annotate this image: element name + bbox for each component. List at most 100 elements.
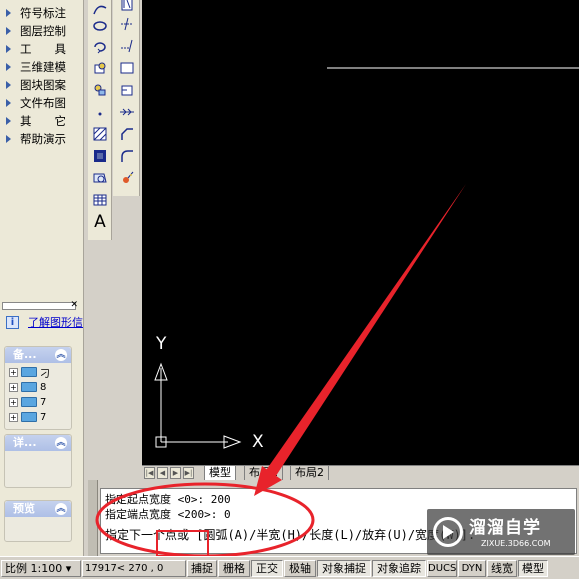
menu-item-layer-control[interactable]: 图层控制 bbox=[0, 22, 84, 40]
otrack-toggle[interactable]: 对象追踪 bbox=[372, 560, 426, 577]
gradient-icon[interactable] bbox=[90, 146, 110, 166]
help-link[interactable]: 了解图形信 bbox=[28, 314, 84, 330]
layout-tab-bar: |◀ ◀ ▶ ▶| 模型 布局1 布局2 bbox=[142, 465, 579, 481]
tree-row[interactable]: +7 bbox=[9, 395, 46, 409]
polar-toggle[interactable]: 极轴 bbox=[284, 560, 316, 577]
tree-row[interactable]: +7 bbox=[9, 410, 46, 424]
expand-arrow-icon bbox=[6, 135, 11, 143]
folder-icon bbox=[21, 412, 37, 422]
tree-label: 7 bbox=[40, 411, 47, 423]
move-icon[interactable] bbox=[117, 102, 137, 122]
text-icon[interactable]: A bbox=[90, 212, 110, 232]
region-icon[interactable] bbox=[90, 168, 110, 188]
watermark-title: 溜溜自学 bbox=[469, 518, 541, 538]
trim-icon[interactable] bbox=[117, 14, 137, 34]
preview-panel: 预览 ︽ bbox=[4, 500, 72, 542]
prev-tab-icon[interactable]: ◀ bbox=[157, 467, 168, 479]
expand-arrow-icon bbox=[6, 27, 11, 35]
menu-item-label: 文件布图 bbox=[20, 96, 66, 110]
osnap-toggle[interactable]: 对象捕捉 bbox=[317, 560, 371, 577]
expand-plus-icon[interactable]: + bbox=[9, 382, 18, 392]
menu-item-label: 图层控制 bbox=[20, 24, 66, 38]
left-menu-panel: 符号标注 图层控制 工 具 三维建模 图块图案 文件布图 其 它 帮助演示 ✕ … bbox=[0, 0, 84, 556]
make-block-icon[interactable] bbox=[90, 80, 110, 100]
menu-item-label: 其 它 bbox=[20, 114, 66, 128]
ellipse-icon[interactable] bbox=[90, 16, 110, 36]
expand-arrow-icon bbox=[6, 99, 11, 107]
ducs-toggle[interactable]: DUCS bbox=[427, 560, 457, 577]
chamfer-icon[interactable] bbox=[117, 124, 137, 144]
menu-item-file-layout[interactable]: 文件布图 bbox=[0, 94, 84, 112]
stretch-icon[interactable] bbox=[117, 0, 137, 14]
menu-item-help-demo[interactable]: 帮助演示 bbox=[0, 130, 84, 148]
next-tab-icon[interactable]: ▶ bbox=[170, 467, 181, 479]
collapse-chevron-icon[interactable]: ︽ bbox=[55, 437, 67, 449]
expand-plus-icon[interactable]: + bbox=[9, 397, 18, 407]
join-icon[interactable] bbox=[117, 80, 137, 100]
break-icon[interactable] bbox=[117, 58, 137, 78]
expand-arrow-icon bbox=[6, 117, 11, 125]
help-box: ✕ i 了解图形信 bbox=[2, 300, 83, 338]
panel-title: 备... bbox=[13, 348, 37, 361]
folder-icon bbox=[21, 397, 37, 407]
menu-item-label: 图块图案 bbox=[20, 78, 66, 92]
menu-item-label: 三维建模 bbox=[20, 60, 66, 74]
revision-cloud-icon[interactable] bbox=[90, 37, 110, 57]
collapse-chevron-icon[interactable]: ︽ bbox=[55, 349, 67, 361]
tab-layout2[interactable]: 布局2 bbox=[290, 466, 329, 481]
dyn-toggle[interactable]: DYN bbox=[458, 560, 486, 577]
drawing-canvas[interactable]: Y X bbox=[142, 0, 579, 465]
coordinate-readout: 17917< 270 , 0 bbox=[82, 560, 186, 577]
command-prompt[interactable]: 指定下一个点或 [圆弧(A)/半宽(H)/长度(L)/放弃(U)/宽度(W)]: bbox=[105, 526, 475, 543]
insert-block-icon[interactable] bbox=[90, 58, 110, 78]
play-logo-icon bbox=[433, 517, 463, 547]
panel-header[interactable]: 预览 ︽ bbox=[5, 501, 71, 517]
menu-item-blocks-patterns[interactable]: 图块图案 bbox=[0, 76, 84, 94]
menu-item-symbol-annotation[interactable]: 符号标注 bbox=[0, 4, 84, 22]
first-tab-icon[interactable]: |◀ bbox=[144, 467, 155, 479]
expand-arrow-icon bbox=[6, 81, 11, 89]
explode-icon[interactable] bbox=[117, 168, 137, 188]
ortho-toggle[interactable]: 正交 bbox=[251, 560, 283, 577]
menu-item-3d-modeling[interactable]: 三维建模 bbox=[0, 58, 84, 76]
command-scrollbar[interactable] bbox=[88, 480, 98, 556]
point-icon[interactable] bbox=[90, 102, 110, 122]
folder-icon bbox=[21, 382, 37, 392]
menu-item-label: 工 具 bbox=[20, 42, 66, 56]
modify-toolbar bbox=[113, 0, 140, 196]
hatch-icon[interactable] bbox=[90, 124, 110, 144]
scale-selector[interactable]: 比例 1:100 ▾ bbox=[1, 560, 81, 577]
grid-toggle[interactable]: 栅格 bbox=[218, 560, 250, 577]
panel-header[interactable]: 详... ︽ bbox=[5, 435, 71, 451]
panel-header[interactable]: 备... ︽ bbox=[5, 347, 71, 363]
lineweight-toggle[interactable]: 线宽 bbox=[487, 560, 517, 577]
help-scroll-bar[interactable] bbox=[2, 302, 76, 310]
tree-row[interactable]: + 刁 bbox=[9, 365, 50, 380]
expand-arrow-icon bbox=[6, 45, 11, 53]
canvas-graphics bbox=[154, 67, 579, 449]
tab-model[interactable]: 模型 bbox=[204, 466, 236, 481]
extend-icon[interactable] bbox=[117, 36, 137, 56]
collapse-chevron-icon[interactable]: ︽ bbox=[55, 503, 67, 515]
menu-item-tools[interactable]: 工 具 bbox=[0, 40, 84, 58]
tree-row[interactable]: +8 bbox=[9, 380, 46, 394]
snap-toggle[interactable]: 捕捉 bbox=[187, 560, 217, 577]
panel-title: 详... bbox=[13, 436, 37, 449]
expand-plus-icon[interactable]: + bbox=[9, 367, 18, 377]
watermark: 溜溜自学 ZIXUE.3D66.COM bbox=[427, 509, 575, 555]
cad-window: 符号标注 图层控制 工 具 三维建模 图块图案 文件布图 其 它 帮助演示 ✕ … bbox=[0, 0, 579, 579]
detail-panel: 详... ︽ bbox=[4, 434, 72, 488]
menu-item-others[interactable]: 其 它 bbox=[0, 112, 84, 130]
menu-item-label: 帮助演示 bbox=[20, 132, 66, 146]
fillet-icon[interactable] bbox=[117, 146, 137, 166]
model-toggle[interactable]: 模型 bbox=[518, 560, 548, 577]
command-line: 指定起点宽度 <0>: 200 bbox=[105, 493, 231, 506]
expand-plus-icon[interactable]: + bbox=[9, 412, 18, 422]
expand-arrow-icon bbox=[6, 63, 11, 71]
menu-item-label: 符号标注 bbox=[20, 6, 66, 20]
last-tab-icon[interactable]: ▶| bbox=[183, 467, 194, 479]
tree-label: 刁 bbox=[40, 368, 50, 380]
table-icon[interactable] bbox=[90, 190, 110, 210]
close-icon[interactable]: ✕ bbox=[70, 300, 78, 310]
tab-layout1[interactable]: 布局1 bbox=[244, 466, 283, 481]
